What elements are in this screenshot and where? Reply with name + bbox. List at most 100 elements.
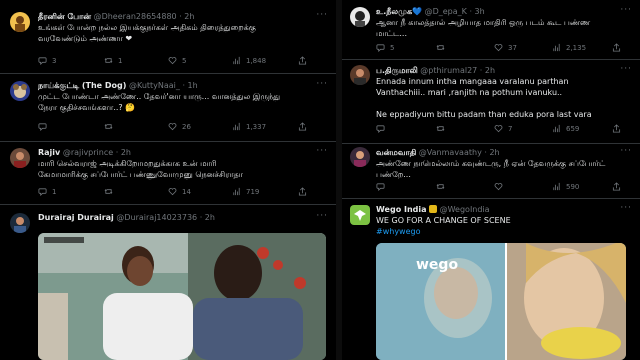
author-name[interactable]: நாய்க்குட்டி (The Dog) xyxy=(38,81,126,90)
author-handle[interactable]: @Dheeran28654880 xyxy=(94,12,177,21)
right-timeline-panel: உ.நீலமுக💙 @D_epa_K · 3h ஆனா நீ காலத்தால்… xyxy=(342,0,640,360)
like-button[interactable]: 5 xyxy=(168,56,186,65)
views-button[interactable]: 659 xyxy=(552,124,579,133)
avatar[interactable] xyxy=(350,65,370,85)
retweet-button[interactable]: 1 xyxy=(104,56,122,65)
avatar-dog-icon xyxy=(13,84,27,98)
retweet-icon xyxy=(436,45,445,50)
reply-button[interactable] xyxy=(38,122,52,131)
tweet-card[interactable]: உ.நீலமுக💙 @D_epa_K · 3h ஆனா நீ காலத்தால்… xyxy=(342,0,640,60)
views-button[interactable]: 1,848 xyxy=(232,56,266,65)
avatar[interactable] xyxy=(10,148,30,168)
author-name[interactable]: தீரனின் போன் xyxy=(38,12,91,21)
more-options-icon[interactable]: ··· xyxy=(316,146,328,156)
reply-icon xyxy=(376,183,385,191)
share-button[interactable] xyxy=(298,56,307,65)
like-button[interactable]: 26 xyxy=(168,122,191,131)
reply-count: 1 xyxy=(52,187,57,196)
avatar[interactable] xyxy=(10,213,30,233)
tweet-card[interactable]: தீரனின் போன் @Dheeran28654880 · 2h உங்கள… xyxy=(0,0,336,74)
avatar[interactable] xyxy=(10,81,30,101)
tweet-text: மாரி செல்வராஜ் அடிக்கிறோமறதுக்காக உன் மா… xyxy=(38,159,243,179)
tweet-time[interactable]: 1h xyxy=(188,81,198,90)
tweet-card[interactable]: Durairaj Durairaj @Durairaj14023736 · 2h… xyxy=(0,204,336,360)
views-button[interactable]: 590 xyxy=(552,182,579,191)
tweet-time[interactable]: 2h xyxy=(205,213,215,222)
like-button[interactable]: 37 xyxy=(494,43,517,52)
reply-button[interactable]: 5 xyxy=(376,43,394,52)
more-options-icon[interactable]: ··· xyxy=(620,5,632,15)
reply-button[interactable]: 1 xyxy=(38,187,56,196)
more-options-icon[interactable]: ··· xyxy=(620,146,632,156)
retweet-icon xyxy=(104,58,113,63)
views-button[interactable]: 2,135 xyxy=(552,43,586,52)
author-name[interactable]: Wego India xyxy=(376,205,427,214)
views-icon xyxy=(553,43,560,52)
views-icon xyxy=(553,124,560,133)
retweet-button[interactable] xyxy=(436,43,450,52)
tweet-time[interactable]: 2h xyxy=(489,148,499,157)
share-button[interactable] xyxy=(298,122,307,131)
share-icon xyxy=(612,182,621,191)
tweet-card[interactable]: Rajiv @rajivprince · 2h மாரி செல்வராஜ் அ… xyxy=(0,141,336,205)
more-options-icon[interactable]: ··· xyxy=(316,10,328,20)
more-options-icon[interactable]: ··· xyxy=(620,64,632,74)
views-button[interactable]: 719 xyxy=(232,187,259,196)
author-handle[interactable]: @D_epa_K xyxy=(425,7,467,16)
tweet-time[interactable]: 3h xyxy=(475,7,485,16)
avatar-illustration-icon xyxy=(15,16,25,32)
view-count: 719 xyxy=(246,187,260,196)
avatar[interactable] xyxy=(350,205,370,225)
author-handle[interactable]: @Vanmavaathy xyxy=(419,148,482,157)
hashtag-link[interactable]: #whywego xyxy=(376,226,634,237)
author-handle[interactable]: @WegoIndia xyxy=(440,205,490,214)
blue-heart-icon: 💙 xyxy=(412,7,423,16)
avatar[interactable] xyxy=(10,12,30,32)
more-options-icon[interactable]: ··· xyxy=(316,211,328,221)
retweet-button[interactable] xyxy=(436,182,450,191)
reply-button[interactable]: 3 xyxy=(38,56,56,65)
like-button[interactable]: 7 xyxy=(494,124,512,133)
tweet-card[interactable]: வன்மவாதி @Vanmavaathy · 2h அண்ணே நாமெல்ல… xyxy=(342,143,640,199)
reply-button[interactable] xyxy=(376,182,390,191)
more-options-icon[interactable]: ··· xyxy=(316,79,328,89)
more-options-icon[interactable]: ··· xyxy=(620,203,632,213)
tweet-time[interactable]: 2h xyxy=(184,12,194,21)
tweet-card[interactable]: ப.திருமாலி @pthirumal27 · 2h Ennada innu… xyxy=(342,59,640,144)
author-handle[interactable]: @Durairaj14023736 xyxy=(116,213,197,222)
author-name[interactable]: Durairaj Durairaj xyxy=(38,213,114,222)
share-button[interactable] xyxy=(298,187,307,196)
share-button[interactable] xyxy=(612,43,621,52)
retweet-button[interactable] xyxy=(104,122,118,131)
tweet-time[interactable]: 2h xyxy=(121,148,131,157)
views-button[interactable]: 1,337 xyxy=(232,122,266,131)
author-name[interactable]: Rajiv xyxy=(38,148,60,157)
author-name[interactable]: ப.திருமாலி xyxy=(376,66,418,75)
tweet-card[interactable]: Wego India @WegoIndia WE GO FOR A CHANGE… xyxy=(342,198,640,360)
ad-photo-image xyxy=(376,243,626,360)
author-name[interactable]: உ.நீலமுக xyxy=(376,7,412,16)
like-button[interactable]: 14 xyxy=(168,187,191,196)
avatar[interactable] xyxy=(350,147,370,167)
tweet-text: WE GO FOR A CHANGE OF SCENE xyxy=(376,216,511,225)
author-handle[interactable]: @KuttyNaai_ xyxy=(129,81,180,90)
author-handle[interactable]: @pthirumal27 xyxy=(420,66,477,75)
avatar[interactable] xyxy=(350,7,370,27)
reply-button[interactable] xyxy=(376,124,390,133)
heart-icon xyxy=(168,188,177,196)
heart-icon xyxy=(168,57,177,65)
retweet-button[interactable] xyxy=(436,124,450,133)
avatar-photo-icon xyxy=(354,69,366,85)
tweet-media-image[interactable]: wego xyxy=(376,243,626,360)
share-button[interactable] xyxy=(612,124,621,133)
like-button[interactable] xyxy=(494,182,508,191)
tweet-actions: 7 659 xyxy=(376,124,630,136)
tweet-time[interactable]: 2h xyxy=(485,66,495,75)
share-button[interactable] xyxy=(612,182,621,191)
avatar-photo-icon xyxy=(14,152,26,168)
tweet-media-image[interactable] xyxy=(38,233,326,360)
author-handle[interactable]: @rajivprince xyxy=(63,148,113,157)
retweet-button[interactable] xyxy=(104,187,118,196)
author-name[interactable]: வன்மவாதி xyxy=(376,148,416,157)
tweet-card[interactable]: நாய்க்குட்டி (The Dog) @KuttyNaai_ · 1h … xyxy=(0,73,336,142)
